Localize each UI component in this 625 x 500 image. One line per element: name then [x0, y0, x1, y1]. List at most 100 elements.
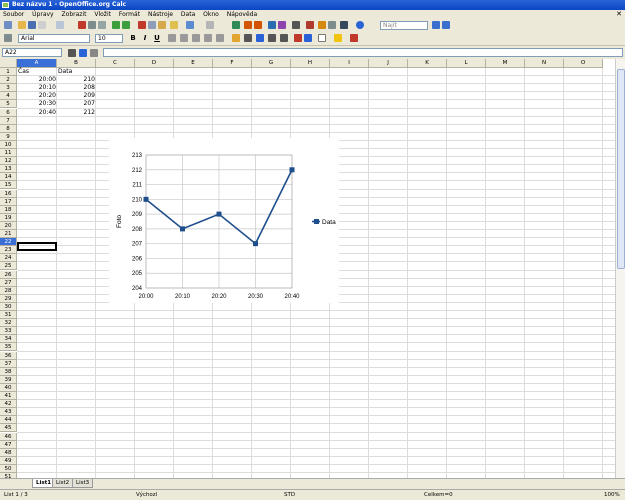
autospell-icon[interactable]: [122, 21, 130, 29]
sort-descending-icon[interactable]: [254, 21, 262, 29]
row-header-13[interactable]: 13: [0, 165, 17, 174]
find-next-icon[interactable]: [432, 21, 440, 29]
row-header-11[interactable]: 11: [0, 149, 17, 157]
row-header-50[interactable]: 50: [0, 464, 17, 473]
find-replace-icon[interactable]: [292, 21, 300, 29]
find-input[interactable]: Najít: [380, 21, 428, 30]
column-header-j[interactable]: J: [369, 59, 408, 68]
row-header-27[interactable]: 27: [0, 278, 17, 287]
row-header-29[interactable]: 29: [0, 294, 17, 303]
currency-icon[interactable]: [232, 34, 240, 42]
column-header-h[interactable]: H: [291, 59, 330, 68]
row-header-21[interactable]: 21: [0, 230, 17, 238]
name-box[interactable]: A22: [2, 48, 62, 57]
menu-upravy[interactable]: Úpravy: [32, 11, 53, 18]
row-header-45[interactable]: 45: [0, 424, 17, 433]
format-paintbrush-icon[interactable]: [170, 21, 178, 29]
menu-soubor[interactable]: Soubor: [3, 11, 24, 18]
cell-a3[interactable]: 20:10: [17, 84, 57, 92]
help-icon[interactable]: [356, 21, 364, 29]
increase-indent-icon[interactable]: [304, 34, 312, 42]
row-header-2[interactable]: 2: [0, 76, 17, 85]
row-header-25[interactable]: 25: [0, 262, 17, 271]
cell-a5[interactable]: 20:30: [17, 100, 57, 108]
vertical-scrollbar[interactable]: [615, 59, 625, 478]
row-header-38[interactable]: 38: [0, 367, 17, 376]
row-header-15[interactable]: 15: [0, 181, 17, 190]
row-header-37[interactable]: 37: [0, 359, 17, 368]
row-header-8[interactable]: 8: [0, 124, 17, 133]
datasource-icon[interactable]: [328, 21, 336, 29]
font-color-icon[interactable]: [350, 34, 358, 42]
cell-b4[interactable]: 209: [57, 92, 96, 100]
function-wizard-icon[interactable]: [68, 49, 76, 57]
chart-area[interactable]: 204 205 206 207 208 209 210 211 212 213 20:00 20:10…: [109, 138, 339, 314]
column-header-d[interactable]: D: [135, 59, 174, 68]
row-header-30[interactable]: 30: [0, 302, 17, 311]
row-header-16[interactable]: 16: [0, 189, 17, 198]
column-header-f[interactable]: F: [213, 59, 252, 68]
cell-b6[interactable]: 212: [57, 109, 96, 117]
cut-icon[interactable]: [138, 21, 146, 29]
new-icon[interactable]: [4, 21, 12, 29]
open-icon[interactable]: [18, 21, 26, 29]
row-header-41[interactable]: 41: [0, 392, 17, 400]
delete-decimal-icon[interactable]: [280, 34, 288, 42]
save-icon[interactable]: [28, 21, 36, 29]
underline-button[interactable]: U: [152, 33, 162, 43]
column-header-i[interactable]: I: [330, 59, 369, 68]
preview-icon[interactable]: [98, 21, 106, 29]
row-header-36[interactable]: 36: [0, 351, 17, 360]
row-header-23[interactable]: 23: [0, 246, 17, 255]
row-header-7[interactable]: 7: [0, 116, 17, 125]
redo-icon[interactable]: [206, 21, 214, 29]
cell-a6[interactable]: 20:40: [17, 109, 57, 117]
row-header-5[interactable]: 5: [0, 100, 17, 109]
menu-napoveda[interactable]: Nápověda: [227, 11, 257, 18]
pdf-icon[interactable]: [78, 21, 86, 29]
row-header-34[interactable]: 34: [0, 335, 17, 344]
sum-icon[interactable]: [79, 49, 87, 57]
row-header-46[interactable]: 46: [0, 432, 17, 441]
paste-icon[interactable]: [158, 21, 166, 29]
tab-list2[interactable]: List2: [52, 479, 74, 488]
background-color-icon[interactable]: [334, 34, 342, 42]
row-header-20[interactable]: 20: [0, 221, 17, 230]
row-header-4[interactable]: 4: [0, 92, 17, 101]
menu-nastroje[interactable]: Nástroje: [148, 11, 173, 18]
row-header-35[interactable]: 35: [0, 343, 17, 352]
line-chart[interactable]: 204 205 206 207 208 209 210 211 212 213 20:00 20:10…: [109, 138, 339, 314]
row-header-10[interactable]: 10: [0, 140, 17, 149]
menu-vlozit[interactable]: Vložit: [94, 11, 111, 18]
column-header-c[interactable]: C: [96, 59, 135, 68]
add-decimal-icon[interactable]: [268, 34, 276, 42]
row-header-12[interactable]: 12: [0, 157, 17, 166]
row-header-24[interactable]: 24: [0, 254, 17, 263]
find-prev-icon[interactable]: [442, 21, 450, 29]
justify-icon[interactable]: [204, 34, 212, 42]
row-header-17[interactable]: 17: [0, 197, 17, 206]
spreadsheet-grid[interactable]: 204 205 206 207 208 209 210 211 212 213 20:00 20:10…: [0, 59, 615, 478]
select-all-corner[interactable]: [0, 59, 17, 68]
row-header-9[interactable]: 9: [0, 132, 17, 141]
status-zoom[interactable]: 100%: [604, 490, 620, 500]
merge-cells-icon[interactable]: [216, 34, 224, 42]
decrease-indent-icon[interactable]: [294, 34, 302, 42]
column-header-n[interactable]: N: [525, 59, 564, 68]
zoom-icon[interactable]: [340, 21, 348, 29]
column-header-o[interactable]: O: [564, 59, 603, 68]
draw-icon[interactable]: [278, 21, 286, 29]
column-header-l[interactable]: L: [447, 59, 486, 68]
row-header-6[interactable]: 6: [0, 108, 17, 117]
row-header-14[interactable]: 14: [0, 173, 17, 182]
row-header-39[interactable]: 39: [0, 375, 17, 384]
cell-a4[interactable]: 20:20: [17, 92, 57, 100]
italic-button[interactable]: I: [140, 33, 150, 43]
hyperlink-icon[interactable]: [232, 21, 240, 29]
menu-format[interactable]: Formát: [119, 11, 140, 18]
row-header-1[interactable]: 1: [0, 68, 17, 76]
cell-b5[interactable]: 207: [57, 100, 96, 108]
row-header-32[interactable]: 32: [0, 319, 17, 328]
row-header-49[interactable]: 49: [0, 456, 17, 465]
row-header-47[interactable]: 47: [0, 440, 17, 449]
